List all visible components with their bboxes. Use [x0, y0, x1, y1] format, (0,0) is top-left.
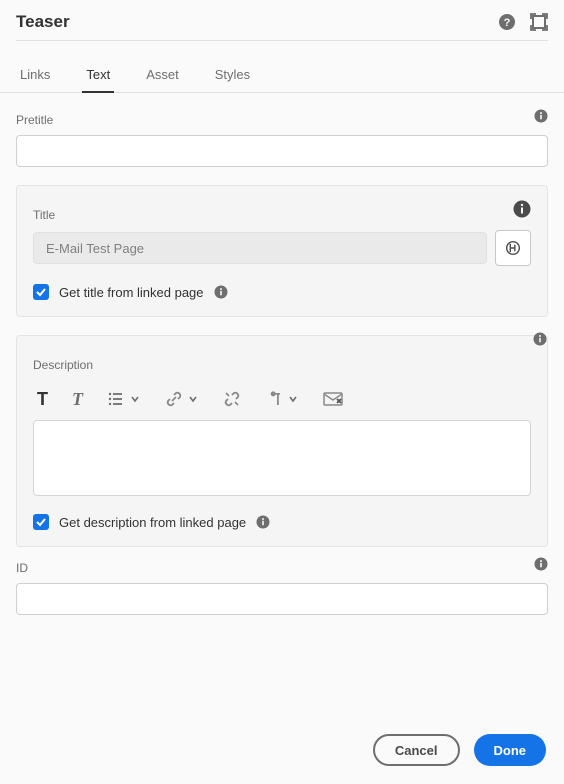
tab-asset[interactable]: Asset: [142, 59, 183, 92]
campaign-variable-button[interactable]: [495, 230, 531, 266]
get-title-from-linked-row: Get title from linked page: [33, 284, 531, 300]
get-title-checkbox[interactable]: [33, 284, 49, 300]
rte-toolbar: T T: [33, 380, 531, 420]
description-card: Description T T: [16, 335, 548, 547]
header-actions: ?: [498, 13, 548, 31]
info-icon[interactable]: [256, 515, 270, 529]
info-icon[interactable]: [533, 332, 547, 346]
title-value: E-Mail Test Page: [46, 241, 144, 256]
pretitle-label: Pretitle: [16, 113, 548, 127]
info-icon[interactable]: [534, 109, 548, 123]
dialog-footer: Cancel Done: [0, 720, 564, 784]
description-editor: [33, 420, 531, 496]
dialog-title: Teaser: [16, 12, 70, 32]
get-description-from-linked-row: Get description from linked page: [33, 514, 531, 530]
tab-styles[interactable]: Styles: [211, 59, 254, 92]
info-icon[interactable]: [214, 285, 228, 299]
pretitle-field: Pretitle: [16, 113, 548, 167]
description-label: Description: [33, 358, 531, 372]
insert-variable-icon[interactable]: [323, 388, 343, 410]
fullscreen-icon[interactable]: [530, 13, 548, 31]
get-description-checkbox[interactable]: [33, 514, 49, 530]
get-title-checkbox-label: Get title from linked page: [59, 285, 204, 300]
hyperlink-icon[interactable]: [165, 388, 199, 410]
teaser-dialog: Teaser ? Links Text Asset Styles Pretitl: [0, 0, 564, 784]
get-description-checkbox-label: Get description from linked page: [59, 515, 246, 530]
tab-text[interactable]: Text: [82, 59, 114, 92]
unlink-icon[interactable]: [223, 388, 241, 410]
tab-bar: Links Text Asset Styles: [0, 59, 564, 93]
info-icon[interactable]: [513, 200, 533, 220]
cancel-button[interactable]: Cancel: [373, 734, 460, 766]
pretitle-input[interactable]: [16, 135, 548, 167]
id-input[interactable]: [16, 583, 548, 615]
header-divider: [16, 40, 548, 41]
title-label: Title: [33, 208, 531, 222]
tab-links[interactable]: Links: [16, 59, 54, 92]
title-input: E-Mail Test Page: [33, 232, 487, 264]
title-card: Title E-Mail Test Page Get title from li…: [16, 185, 548, 317]
done-button[interactable]: Done: [474, 734, 547, 766]
dialog-body: Pretitle Title E-Mail Test Page: [0, 93, 564, 720]
svg-text:?: ?: [504, 17, 511, 29]
paragraph-format-icon[interactable]: [265, 388, 299, 410]
help-icon[interactable]: ?: [498, 13, 516, 31]
id-field: ID: [16, 561, 548, 615]
id-label: ID: [16, 561, 548, 575]
list-icon[interactable]: [107, 388, 141, 410]
italic-icon[interactable]: T: [72, 388, 83, 410]
dialog-header: Teaser ?: [0, 0, 564, 40]
info-icon[interactable]: [534, 557, 548, 571]
bold-icon[interactable]: T: [37, 388, 48, 410]
